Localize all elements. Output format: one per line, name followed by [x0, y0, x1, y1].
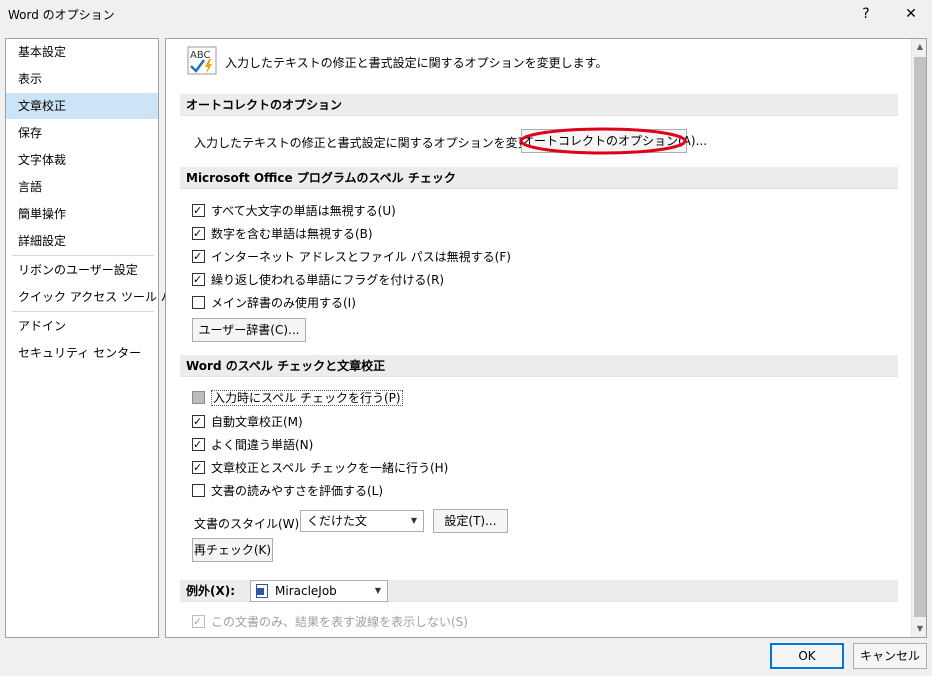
sidebar-item-accessibility[interactable]: 簡単操作 — [6, 201, 158, 227]
option-label: すべて大文字の単語は無視する(U) — [211, 204, 396, 218]
option-ignore-internet-addresses[interactable]: インターネット アドレスとファイル パスは無視する(F) — [192, 248, 511, 266]
writing-style-label: 文書のスタイル(W): — [194, 517, 304, 531]
checkbox[interactable] — [192, 225, 205, 243]
option-label: 自動文章校正(M) — [211, 415, 303, 429]
option-frequently-confused-words[interactable]: よく間違う単語(N) — [192, 436, 313, 454]
checkbox[interactable] — [192, 613, 205, 631]
sidebar-item-addins[interactable]: アドイン — [6, 313, 158, 339]
sidebar-item-proofing[interactable]: 文章校正 — [6, 93, 158, 119]
sidebar-item-save[interactable]: 保存 — [6, 120, 158, 146]
option-main-dictionary-only[interactable]: メイン辞書のみ使用する(I) — [192, 294, 356, 312]
ok-button[interactable]: OK — [770, 643, 844, 669]
sidebar-item-basic[interactable]: 基本設定 — [6, 39, 158, 65]
custom-dictionaries-button[interactable]: ユーザー辞書(C)... — [192, 318, 306, 342]
option-label: インターネット アドレスとファイル パスは無視する(F) — [211, 250, 511, 264]
sidebar-item-quick-access[interactable]: クイック アクセス ツール バー — [6, 284, 185, 310]
sidebar-divider — [12, 255, 154, 256]
sidebar: 基本設定 表示 文章校正 保存 文字体裁 言語 簡単操作 詳細設定 リボンのユー… — [5, 38, 185, 638]
checkbox[interactable] — [192, 296, 205, 309]
option-label: 文章校正とスペル チェックを一緒に行う(H) — [211, 461, 449, 475]
red-highlight-ellipse — [519, 127, 687, 155]
option-label: 数字を含む単語は無視する(B) — [211, 227, 373, 241]
sidebar-item-customize-ribbon[interactable]: リボンのユーザー設定 — [6, 257, 158, 283]
exceptions-document-select[interactable]: MiracleJob ▼ — [250, 580, 388, 602]
option-label: 入力時にスペル チェックを行う(P) — [211, 390, 403, 406]
writing-style-value: くだけた文 — [307, 514, 368, 528]
abc-proofing-icon: ABC — [187, 46, 219, 76]
abc-icon-text: ABC — [190, 50, 211, 61]
checkbox[interactable] — [192, 391, 205, 404]
option-label: 文書の読みやすさを評価する(L) — [211, 484, 384, 498]
close-button[interactable]: ✕ — [896, 2, 926, 26]
recheck-document-button[interactable]: 再チェック(K) — [192, 538, 273, 562]
sidebar-item-trust-center[interactable]: セキュリティ センター — [6, 340, 158, 366]
cancel-button[interactable]: キャンセル — [853, 643, 927, 669]
settings-button[interactable]: 設定(T)... — [433, 509, 508, 533]
checkbox[interactable] — [192, 484, 205, 497]
sidebar-item-display[interactable]: 表示 — [6, 66, 158, 92]
sidebar-item-language[interactable]: 言語 — [6, 174, 158, 200]
checkbox[interactable] — [192, 413, 205, 431]
chevron-down-icon: ▼ — [374, 586, 381, 595]
window-title: Word のオプション — [8, 8, 115, 22]
chevron-down-icon: ▼ — [410, 516, 417, 525]
option-flag-repeated-words[interactable]: 繰り返し使われる単語にフラグを付ける(R) — [192, 271, 444, 289]
option-readability-statistics[interactable]: 文書の読みやすさを評価する(L) — [192, 482, 383, 500]
options-content: ABC 入力したテキストの修正と書式設定に関するオプションを変更します。 オート… — [165, 38, 927, 638]
option-ignore-uppercase[interactable]: すべて大文字の単語は無視する(U) — [192, 202, 396, 220]
option-ignore-numbers[interactable]: 数字を含む単語は無視する(B) — [192, 225, 373, 243]
scroll-up-icon[interactable]: ▲ — [912, 39, 926, 55]
option-auto-grammar[interactable]: 自動文章校正(M) — [192, 413, 303, 431]
scroll-down-icon[interactable]: ▼ — [912, 621, 926, 637]
checkbox[interactable] — [192, 436, 205, 454]
scrollbar-thumb[interactable] — [914, 57, 926, 617]
option-label: メイン辞書のみ使用する(I) — [211, 296, 356, 310]
vertical-scrollbar[interactable]: ▲ ▼ — [911, 39, 926, 637]
sidebar-item-advanced[interactable]: 詳細設定 — [6, 228, 158, 254]
option-hide-spelling-errors-this-doc[interactable]: この文書のみ、結果を表す波線を表示しない(S) — [192, 613, 468, 631]
sidebar-divider — [12, 311, 154, 312]
option-check-spelling-as-you-type[interactable]: 入力時にスペル チェックを行う(P) — [192, 389, 403, 407]
option-label: よく間違う単語(N) — [211, 438, 314, 452]
option-label: この文書のみ、結果を表す波線を表示しない(S) — [211, 615, 468, 629]
checkbox[interactable] — [192, 202, 205, 220]
exceptions-label: 例外(X): — [186, 584, 236, 598]
section-word-proofing-header: Word のスペル チェックと文章校正 — [180, 355, 898, 377]
help-button[interactable]: ? — [851, 2, 881, 26]
section-autocorrect-header: オートコレクトのオプション — [180, 94, 898, 116]
checkbox[interactable] — [192, 248, 205, 266]
intro-text: 入力したテキストの修正と書式設定に関するオプションを変更します。 — [225, 56, 608, 70]
section-office-spelling-header: Microsoft Office プログラムのスペル チェック — [180, 167, 898, 189]
title-bar: Word のオプション ? ✕ — [0, 0, 932, 30]
option-grammar-with-spelling[interactable]: 文章校正とスペル チェックを一緒に行う(H) — [192, 459, 448, 477]
sidebar-item-typography[interactable]: 文字体裁 — [6, 147, 158, 173]
checkbox[interactable] — [192, 459, 205, 477]
checkbox[interactable] — [192, 271, 205, 289]
option-label: 繰り返し使われる単語にフラグを付ける(R) — [211, 273, 445, 287]
word-document-icon — [256, 584, 268, 598]
writing-style-select[interactable]: くだけた文 ▼ — [300, 510, 424, 532]
exceptions-document-name: MiracleJob — [275, 584, 337, 598]
